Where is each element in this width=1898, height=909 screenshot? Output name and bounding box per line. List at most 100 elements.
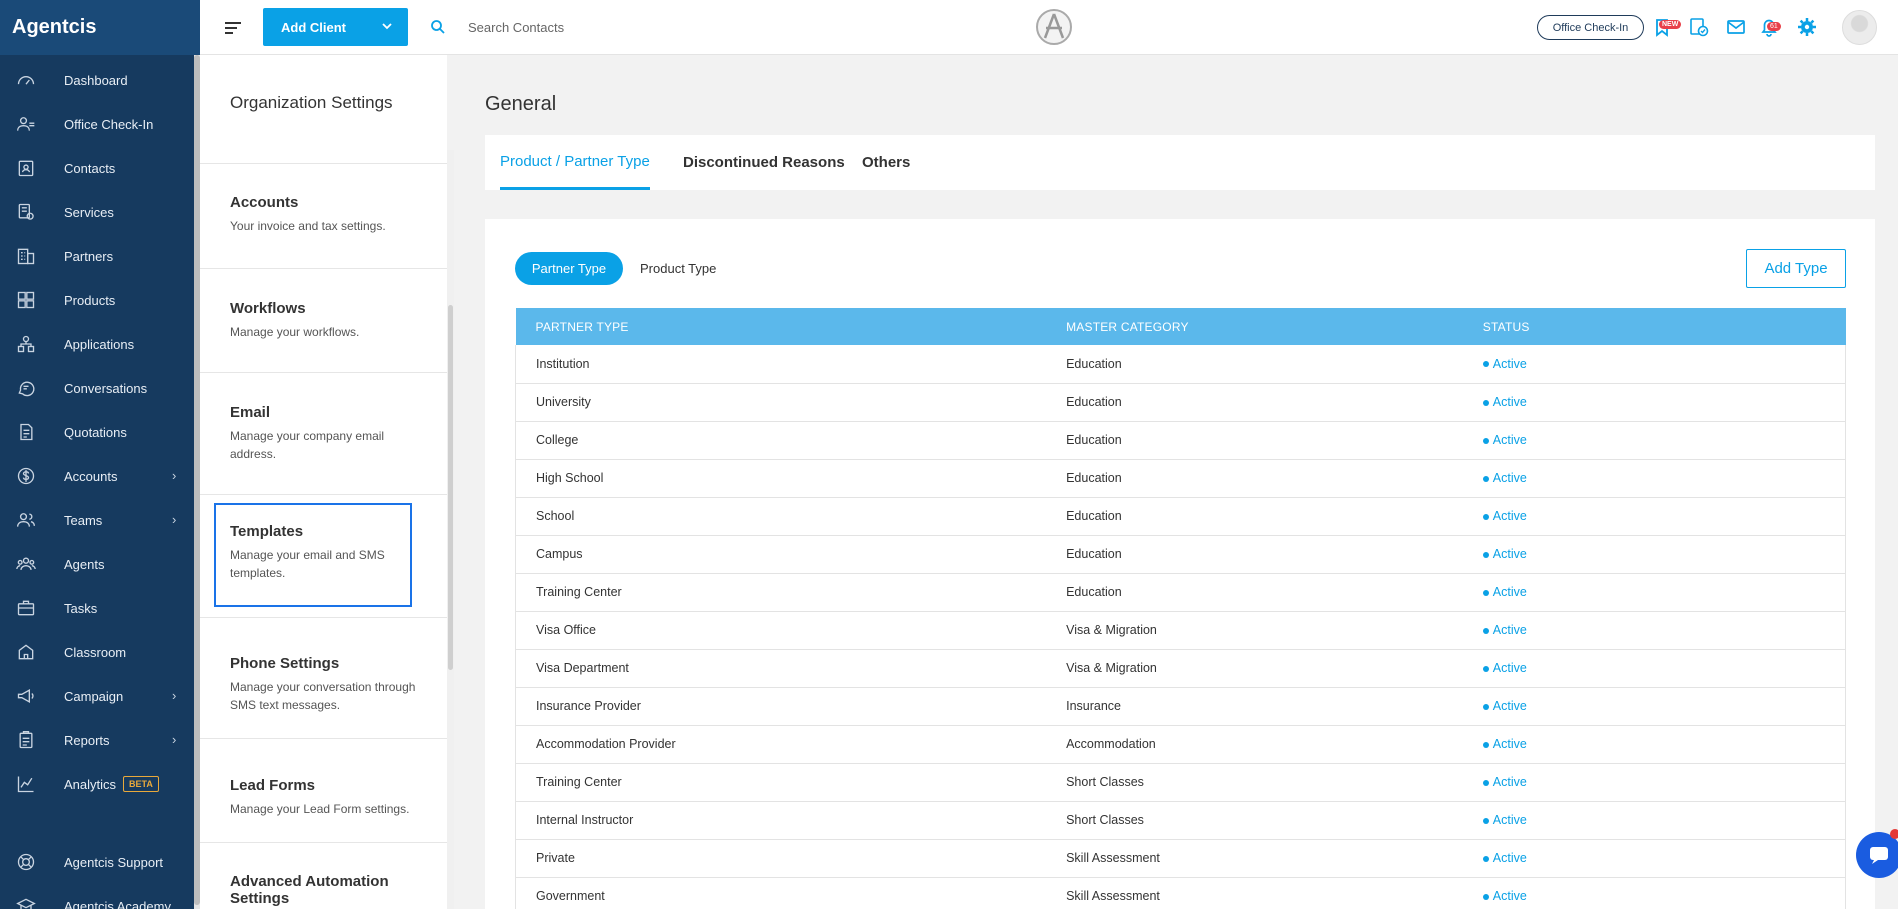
table-row[interactable]: Training Center Short Classes Active: [515, 763, 1846, 801]
add-client-label: Add Client: [281, 19, 346, 35]
sidebar-item-label: Teams: [64, 512, 103, 528]
table-row[interactable]: School Education Active: [515, 497, 1846, 535]
settings-scrollbar-thumb[interactable]: [448, 305, 453, 670]
sidebar-item-campaign[interactable]: Campaign ›: [0, 674, 200, 718]
table-row[interactable]: Campus Education Active: [515, 535, 1846, 573]
settings-item-workflows[interactable]: Workflows Manage your workflows.: [200, 269, 447, 373]
table-row[interactable]: College Education Active: [515, 421, 1846, 459]
column-header[interactable]: STATUS: [1463, 308, 1846, 345]
table-row[interactable]: Visa Office Visa & Migration Active: [515, 611, 1846, 649]
table-row[interactable]: University Education Active: [515, 383, 1846, 421]
sidebar-item-label: Agentcis Academy: [64, 898, 171, 909]
search-icon: [431, 20, 445, 34]
sidebar-item-office-check-in[interactable]: Office Check-In: [0, 102, 200, 146]
status-cell: Active: [1463, 687, 1846, 725]
table-row[interactable]: High School Education Active: [515, 459, 1846, 497]
sidebar-item-classroom[interactable]: Classroom: [0, 630, 200, 674]
status-cell: Active: [1463, 877, 1846, 909]
partner-type-cell: Private: [536, 851, 575, 865]
settings-item-lead-forms[interactable]: Lead Forms Manage your Lead Form setting…: [200, 739, 447, 843]
sidebar-item-agents[interactable]: Agents: [0, 542, 200, 586]
status-label: Active: [1492, 813, 1527, 827]
table-row[interactable]: Institution Education Active: [515, 345, 1846, 383]
status-dot-icon: [1482, 817, 1489, 824]
tab-others[interactable]: Others: [862, 135, 910, 190]
sidebar-item-tasks[interactable]: Tasks: [0, 586, 200, 630]
status-cell: Active: [1463, 497, 1846, 535]
status-dot-icon: [1482, 361, 1489, 368]
partner-type-cell: Insurance Provider: [536, 699, 641, 713]
brand-logo[interactable]: Agentcis: [0, 0, 200, 55]
sidebar-item-accounts[interactable]: Accounts ›: [0, 454, 200, 498]
status-label: Active: [1492, 737, 1527, 751]
sidebar-item-label: Analytics: [64, 776, 117, 792]
sidebar-item-conversations[interactable]: Conversations: [0, 366, 200, 410]
sidebar-item-label: Agents: [64, 556, 105, 572]
sidebar-item-contacts[interactable]: Contacts: [0, 146, 200, 190]
table-row[interactable]: Visa Department Visa & Migration Active: [515, 649, 1846, 687]
sidebar-item-analytics[interactable]: Analytics BETA: [0, 762, 200, 806]
sidebar-item-products[interactable]: Products: [0, 278, 200, 322]
column-header[interactable]: PARTNER TYPE: [516, 308, 1047, 345]
chevron-down-icon: [382, 23, 392, 30]
status-cell: Active: [1463, 421, 1846, 459]
sidebar-item-teams[interactable]: Teams ›: [0, 498, 200, 542]
table-row[interactable]: Insurance Provider Insurance Active: [515, 687, 1846, 725]
chart-icon: [14, 773, 38, 795]
settings-item-phone-settings[interactable]: Phone Settings Manage your conversation …: [200, 617, 447, 739]
sidebar-item-agentcis-academy[interactable]: Agentcis Academy: [0, 884, 194, 909]
partner-type-cell: School: [536, 509, 575, 523]
gear-icon[interactable]: [1796, 16, 1818, 38]
table-header-row: PARTNER TYPE MASTER CATEGORY STATUS: [515, 308, 1846, 345]
status-label: Active: [1492, 889, 1527, 903]
sidebar-item-partners[interactable]: Partners: [0, 234, 200, 278]
sidebar-item-reports[interactable]: Reports ›: [0, 718, 200, 762]
product-type-pill[interactable]: Product Type: [640, 252, 716, 285]
table-row[interactable]: Government Skill Assessment Active: [515, 877, 1846, 909]
sidebar-item-label: Quotations: [64, 424, 127, 440]
office-check-in-button[interactable]: Office Check-In: [1537, 15, 1644, 40]
settings-item-email[interactable]: Email Manage your company email address.: [200, 373, 447, 495]
sidebar-item-agentcis-support[interactable]: Agentcis Support: [0, 840, 194, 884]
settings-item-templates[interactable]: Templates Manage your email and SMS temp…: [214, 503, 412, 607]
sidebar-item-label: Contacts: [64, 160, 116, 176]
settings-scrollbar[interactable]: [447, 150, 454, 909]
status-label: Active: [1492, 433, 1527, 447]
sidebar-item-label: Applications: [64, 336, 135, 352]
status-label: Active: [1492, 471, 1527, 485]
master-category-cell: Skill Assessment: [1066, 889, 1160, 903]
company-logo-icon: [1036, 9, 1072, 45]
settings-item-accounts[interactable]: Accounts Your invoice and tax settings.: [200, 165, 447, 269]
mail-icon[interactable]: [1725, 16, 1747, 38]
table-row[interactable]: Private Skill Assessment Active: [515, 839, 1846, 877]
status-label: Active: [1492, 585, 1527, 599]
partner-type-cell: Government: [536, 889, 605, 903]
tab-product-partner-type[interactable]: Product / Partner Type: [500, 135, 650, 190]
sidebar-item-label: Partners: [64, 248, 114, 264]
status-cell: Active: [1463, 801, 1846, 839]
master-category-cell: Insurance: [1066, 699, 1121, 713]
settings-item-advanced-automation[interactable]: Advanced Automation Settings: [200, 843, 447, 909]
search-input[interactable]: [468, 16, 768, 38]
avatar[interactable]: [1842, 10, 1877, 45]
table-row[interactable]: Training Center Education Active: [515, 573, 1846, 611]
menu-toggle-icon[interactable]: [222, 17, 244, 39]
chevron-right-icon: ›: [172, 732, 177, 747]
add-client-button[interactable]: Add Client: [263, 8, 408, 46]
chat-widget-button[interactable]: [1856, 832, 1898, 878]
sidebar-item-services[interactable]: Services: [0, 190, 200, 234]
sidebar-item-applications[interactable]: Applications: [0, 322, 200, 366]
column-header[interactable]: MASTER CATEGORY: [1046, 308, 1463, 345]
partner-type-pill[interactable]: Partner Type: [515, 252, 623, 285]
add-type-button[interactable]: Add Type: [1746, 249, 1846, 288]
tab-discontinued-reasons[interactable]: Discontinued Reasons: [683, 135, 845, 190]
partner-type-cell: Institution: [536, 356, 590, 371]
checklist-icon[interactable]: [1688, 16, 1710, 38]
tab-bar: Product / Partner Type Discontinued Reas…: [485, 135, 1875, 190]
sidebar-item-dashboard[interactable]: Dashboard: [0, 58, 200, 102]
table-row[interactable]: Accommodation Provider Accommodation Activ…: [515, 725, 1846, 763]
sidebar-item-quotations[interactable]: Quotations: [0, 410, 200, 454]
table-row[interactable]: Internal Instructor Short Classes Active: [515, 801, 1846, 839]
master-category-cell: Visa & Migration: [1066, 623, 1157, 637]
partner-type-cell: Visa Department: [536, 661, 629, 675]
